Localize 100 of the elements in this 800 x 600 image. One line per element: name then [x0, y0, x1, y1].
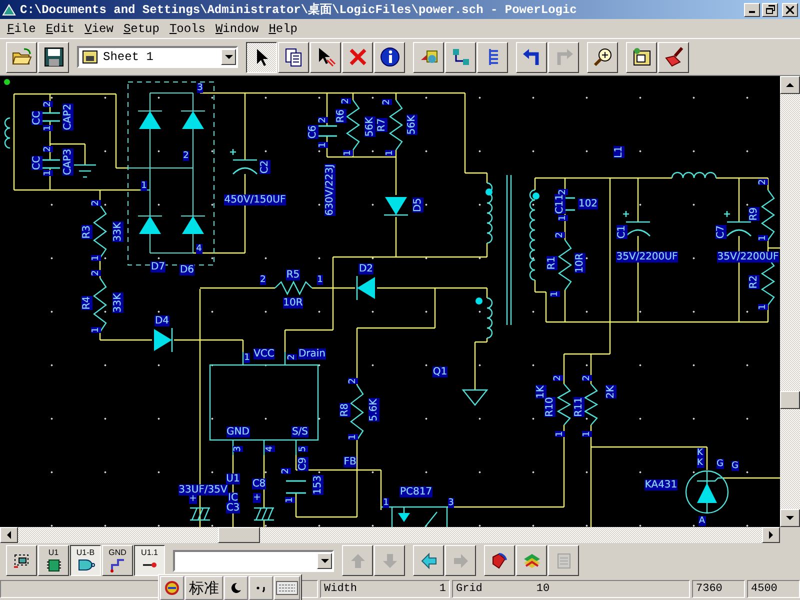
part-label: 10R [574, 253, 586, 273]
part-label: D6 [180, 264, 194, 276]
pin-number: 1 [141, 181, 147, 191]
menu-item[interactable]: View [80, 22, 118, 36]
part-label: C1 [616, 225, 628, 239]
pin-number: 1 [244, 353, 250, 363]
window-title: C:\Documents and Settings\Administrator\桌面\LogicFiles\power.sch - PowerLogic [20, 2, 578, 18]
pin-number: 1 [555, 431, 565, 437]
pin-number: 2 [555, 232, 565, 238]
part-label: 33K [112, 293, 124, 313]
part-label: U1 [226, 474, 240, 484]
pin-number: + [189, 494, 197, 504]
part-label: D7 [150, 262, 166, 272]
part-label: D5 [412, 198, 424, 212]
part-label: C7 [716, 225, 726, 239]
pin-number: 1 [43, 125, 53, 131]
pin-number: 1 [385, 150, 395, 156]
pin-number: 1 [91, 255, 101, 261]
part-label: Drain [298, 348, 326, 360]
part-label: VCC [254, 348, 274, 360]
pin-number: 2 [91, 200, 101, 206]
pin-number: 2 [287, 354, 297, 360]
part-label: CC [32, 111, 42, 125]
part-label: 102 [578, 198, 598, 210]
menu-item[interactable]: Window [210, 22, 264, 36]
pin-number: 1 [758, 304, 768, 310]
pin-number: 5 [298, 446, 308, 452]
pin-number: 2 [43, 146, 53, 152]
part-label: R7 [376, 118, 388, 132]
part-label: Q1 [432, 366, 448, 378]
part-label: C2 [260, 160, 270, 174]
part-label: 1K [536, 386, 546, 398]
part-label: C3 [226, 502, 240, 514]
ime-mode-button[interactable]: 标准 [185, 576, 223, 600]
status-value: 4500 [751, 583, 778, 595]
part-label: D4 [154, 316, 170, 326]
pin-number: 1 [43, 170, 53, 176]
pin-number: 4 [196, 244, 202, 254]
pin-number: 2 [348, 378, 358, 384]
pin-number: 1 [317, 275, 323, 285]
sheet-dropdown[interactable]: Sheet 1 [77, 46, 238, 68]
menu-item[interactable]: Setup [118, 22, 164, 36]
part-label: R5 [286, 270, 300, 280]
pin-number: 2 [382, 99, 392, 105]
pin-number: 2 [318, 117, 328, 123]
part-label: 35V/2200UF [717, 252, 779, 262]
part-label: C6 [308, 125, 318, 139]
part-label: IC [228, 492, 238, 504]
pin-number: 1 [285, 497, 295, 503]
status-value: 1 [439, 583, 446, 595]
menu-item[interactable]: Edit [40, 22, 80, 36]
pin-number: 2 [183, 151, 189, 161]
gate-button[interactable]: U1-B [70, 545, 101, 576]
part-label: CAP3 [62, 148, 74, 176]
part-label: CC [32, 156, 42, 170]
part-label: 35V/2200UF [616, 252, 678, 262]
pin-number: 2 [553, 375, 563, 381]
pin-number: 2 [582, 375, 592, 381]
part-label: 2K [606, 386, 616, 398]
pin-number: K [697, 448, 703, 458]
pin-number: 1 [343, 150, 353, 156]
pin-number: G [732, 461, 738, 471]
part-label: 153 [312, 475, 324, 495]
part-label: PC817 [400, 486, 432, 498]
pin-button[interactable]: U1.1 [134, 545, 165, 576]
part-label: 56K [364, 117, 376, 137]
part-label: 33UF/35V [178, 484, 228, 496]
pin-number: 3 [448, 498, 454, 508]
menu-item[interactable]: Help [264, 22, 302, 36]
part-label: R6 [336, 109, 346, 123]
part-label: R10 [544, 397, 556, 417]
pin-number: A [698, 516, 706, 526]
pin-number: 2 [260, 275, 266, 285]
pin-number: 1 [550, 291, 560, 297]
status-value: 10 [536, 583, 550, 595]
pin-number: 1 [758, 235, 768, 241]
menu-item[interactable]: Tools [164, 22, 210, 36]
pin-number: 1 [383, 498, 389, 508]
part-label: KA431 [644, 480, 678, 490]
pin-number: 1 [318, 142, 328, 148]
part-label: 10R [283, 298, 303, 308]
pin-number: 1 [91, 327, 101, 333]
part-label: CAP2 [62, 104, 74, 130]
part-label: 630V/223J [324, 164, 336, 216]
pin-number: G [716, 459, 724, 469]
part-label: 33K [112, 222, 124, 242]
ground-button[interactable]: GND [102, 545, 133, 576]
part-label: FB [344, 456, 356, 468]
part-label: C11 [554, 194, 566, 214]
pin-number: 1 [558, 215, 568, 221]
pin-number: 4 [265, 446, 275, 452]
pin-number: 3 [233, 446, 243, 452]
part-label: R2 [748, 275, 760, 289]
part-button[interactable]: U1 [38, 545, 69, 576]
menu-item[interactable]: File [2, 22, 41, 36]
part-label: R8 [340, 403, 350, 417]
part-label: R1 [546, 256, 558, 270]
part-label: D2 [358, 264, 374, 274]
part-label: C8 [252, 478, 266, 490]
pin-number: + [253, 493, 261, 503]
